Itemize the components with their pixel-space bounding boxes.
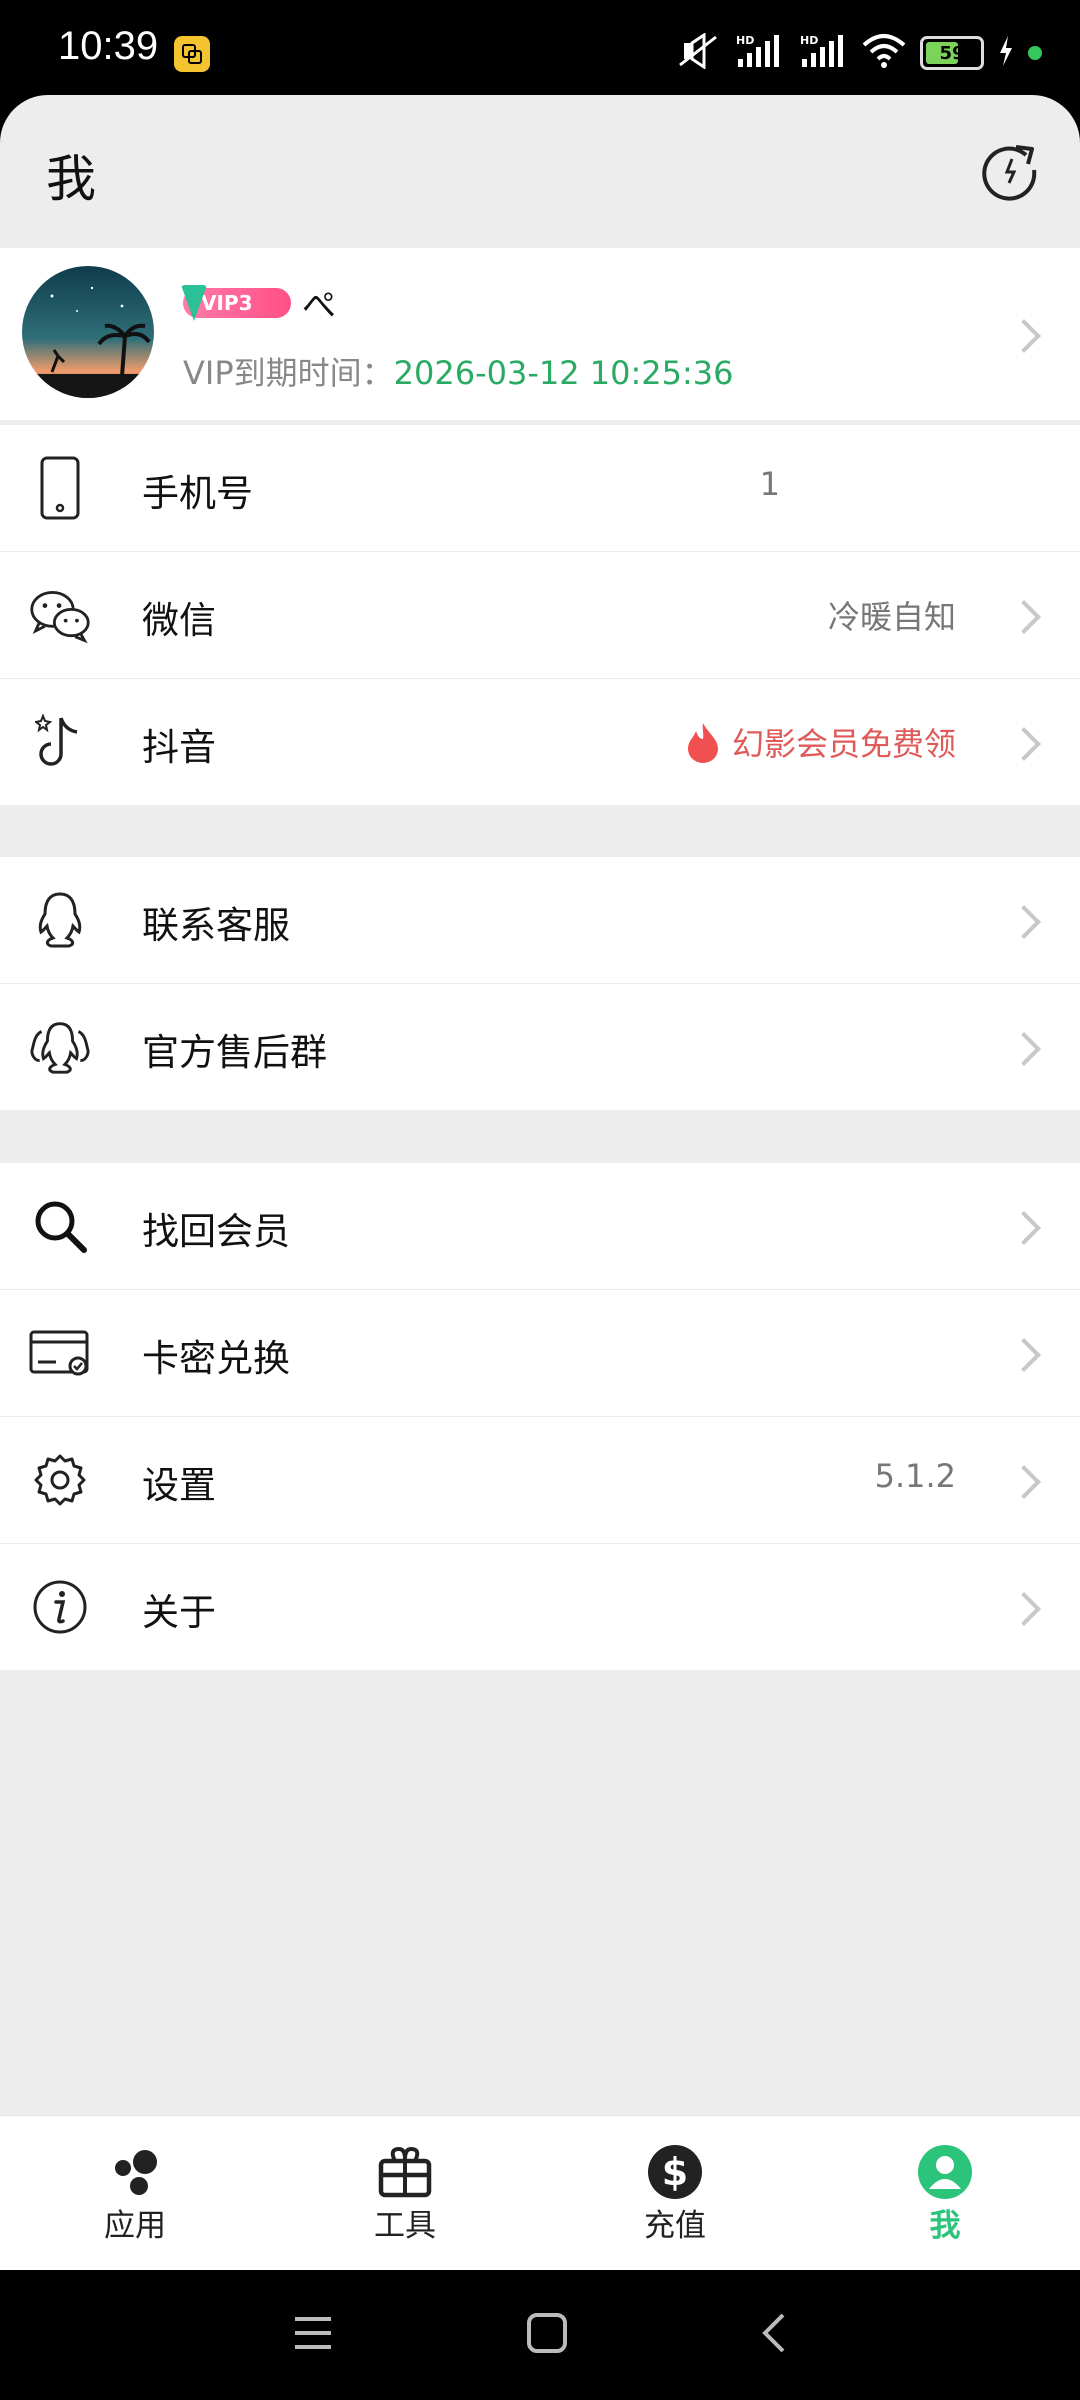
row-label: 卡密兑换 [142,1337,290,1380]
profile-icon [915,2142,975,2202]
nav-label: 充值 [644,2208,706,2244]
chevron-right-icon [1007,600,1041,634]
row-wechat[interactable]: 微信 冷暖自知 [0,552,1080,679]
battery-level: 59 [939,42,965,64]
active-indicator [1028,46,1042,60]
row-label: 微信 [142,599,216,642]
row-douyin[interactable]: 抖音 幻影会员免费领 [0,679,1080,805]
refresh-button[interactable] [976,137,1042,203]
row-label: 官方售后群 [142,1031,327,1074]
bottom-nav: 应用 工具 $ 充值 我 [0,2115,1080,2271]
vip-expire: VIP到期时间：2026-03-12 10:25:36 [183,348,734,394]
flame-icon [687,723,718,763]
vip-expire-value: 2026-03-12 10:25:36 [393,354,734,392]
qq-group-icon [28,1015,92,1079]
chevron-right-icon [1007,1592,1041,1626]
signal-hd-1-icon: HD [734,33,784,73]
nav-label: 应用 [104,2208,166,2244]
system-nav-bar [0,2270,1080,2400]
chevron-right-icon [1007,905,1041,939]
promo-text: 幻影会员免费领 [731,725,956,763]
chevron-right-icon [1007,319,1041,353]
nav-me[interactable]: 我 [810,2116,1080,2271]
chevron-right-icon [1007,1465,1041,1499]
card-icon [28,1321,92,1385]
row-about[interactable]: 关于 [0,1544,1080,1670]
svg-text:HD: HD [736,34,754,47]
profile-card[interactable]: VIP3 ぺ VIP到期时间：2026-03-12 10:25:36 [0,248,1080,420]
row-label: 关于 [142,1591,216,1634]
misc-group: 找回会员 卡密兑换 设置 5.1.2 关于 [0,1163,1080,1670]
row-settings[interactable]: 设置 5.1.2 [0,1417,1080,1544]
menu-icon[interactable] [291,2313,335,2357]
row-label: 联系客服 [142,904,290,947]
wechat-icon [28,583,92,647]
chevron-right-icon [1007,1211,1041,1245]
chevron-right-icon [1007,1338,1041,1372]
header: 我 [0,95,1080,248]
account-links-group: 手机号 1 微信 冷暖自知 抖音 幻影会员免费领 [0,425,1080,805]
row-customer-service[interactable]: 联系客服 [0,857,1080,984]
promo-link[interactable]: 幻影会员免费领 [686,719,956,765]
back-icon[interactable] [759,2311,789,2359]
app-version: 5.1.2 [874,1457,956,1495]
vip-badge: VIP3 [183,288,291,318]
info-icon [28,1575,92,1639]
row-official-group[interactable]: 官方售后群 [0,984,1080,1110]
app-screen: 我 VIP3 ぺ VIP到期时间：2026-03-12 10:25:36 手机号… [0,95,1080,2270]
row-value: 冷暖自知 [827,598,956,636]
battery-icon: 59 [920,36,984,70]
svg-text:HD: HD [800,34,818,47]
mute-icon [676,32,720,73]
row-card-redeem[interactable]: 卡密兑换 [0,1290,1080,1417]
wifi-icon [862,33,906,73]
avatar[interactable] [22,266,154,398]
vip-expire-label: VIP到期时间： [183,354,394,392]
row-phone[interactable]: 手机号 1 [0,425,1080,552]
username: ぺ [302,286,336,326]
chevron-right-icon [1007,1032,1041,1066]
signal-hd-2-icon: HD [798,33,848,73]
nav-label: 我 [929,2208,961,2244]
status-icons: HD HD 59 [676,28,1042,78]
row-recover-membership[interactable]: 找回会员 [0,1163,1080,1290]
search-icon [28,1194,92,1258]
nav-recharge[interactable]: $ 充值 [540,2116,810,2271]
row-label: 设置 [142,1464,216,1507]
home-icon[interactable] [525,2311,569,2359]
nav-label: 工具 [374,2208,436,2244]
app-notification-icon [174,36,210,72]
charging-icon [998,36,1014,70]
row-label: 手机号 [142,472,253,515]
row-label: 抖音 [142,726,216,769]
row-value: 1 [759,465,780,503]
status-bar: 10:39 HD HD 59 [0,0,1080,95]
status-time: 10:39 [58,24,159,68]
apps-icon [105,2142,165,2202]
toolbox-icon [375,2142,435,2202]
gear-icon [28,1448,92,1512]
row-label: 找回会员 [142,1210,290,1253]
chevron-right-icon [1007,727,1041,761]
douyin-icon [28,710,92,774]
qq-icon [28,888,92,952]
nav-apps[interactable]: 应用 [0,2116,270,2271]
phone-icon [28,456,92,520]
page-title: 我 [46,150,96,208]
dollar-icon: $ [645,2142,705,2202]
nav-tools[interactable]: 工具 [270,2116,540,2271]
refresh-icon [982,145,1037,201]
support-group: 联系客服 官方售后群 [0,857,1080,1110]
svg-text:$: $ [662,2150,688,2194]
